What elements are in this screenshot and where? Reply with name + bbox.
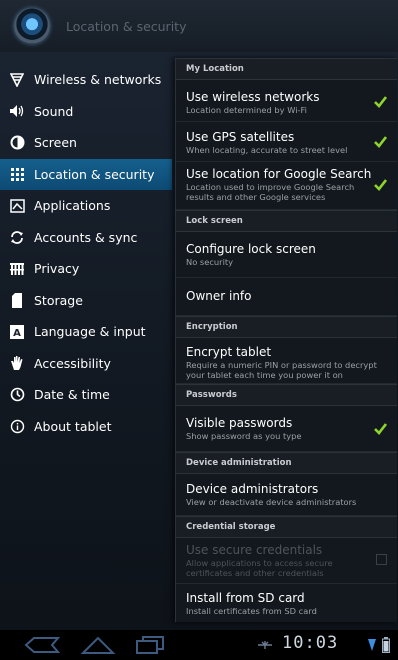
pref-summary: Install certificates from SD card — [186, 606, 317, 616]
pref-summary: Require a numeric PIN or password to dec… — [186, 360, 377, 380]
sidebar-item-label: Language & input — [34, 324, 146, 340]
pref-encrypt-tablet[interactable]: Encrypt tablet Require a numeric PIN or … — [176, 338, 397, 384]
recent-apps-icon — [136, 636, 164, 654]
pref-title: Visible passwords — [186, 416, 293, 430]
sidebar-item-label: Privacy — [34, 261, 80, 277]
check-icon[interactable] — [374, 135, 387, 148]
home-icon — [80, 636, 116, 654]
pref-location-google-search[interactable]: Use location for Google Search Location … — [176, 162, 397, 210]
sidebar-item-about-tablet[interactable]: About tablet — [0, 411, 172, 443]
brightness-icon — [8, 134, 26, 152]
settings-detail-panel: My Location Use wireless networks Locati… — [175, 58, 397, 622]
pref-title: Owner info — [186, 289, 252, 303]
applications-icon — [8, 197, 26, 215]
pref-title: Device administrators — [186, 482, 319, 496]
storage-icon — [8, 291, 26, 309]
sidebar-item-applications[interactable]: Applications — [0, 190, 172, 222]
wifi-icon — [8, 71, 26, 89]
sidebar-item-privacy[interactable]: Privacy — [0, 253, 172, 285]
sidebar-item-accessibility[interactable]: Accessibility — [0, 348, 172, 380]
hand-icon — [8, 354, 26, 372]
info-icon — [8, 417, 26, 435]
check-icon[interactable] — [374, 178, 387, 191]
category-lock-screen: Lock screen — [176, 210, 397, 232]
status-clock: 10:03 — [282, 633, 339, 653]
system-nav-bar: 10:03 — [0, 630, 398, 660]
pref-use-gps-satellites[interactable]: Use GPS satellites When locating, accura… — [176, 122, 397, 162]
pref-summary: View or deactivate device administrators — [186, 497, 357, 507]
pref-title: Install from SD card — [186, 591, 305, 605]
sidebar-item-label: Screen — [34, 135, 77, 151]
privacy-icon — [8, 260, 26, 278]
pref-summary: Location used to improve Google Search r… — [186, 182, 355, 202]
page-title: Location & security — [66, 18, 187, 34]
sidebar-item-storage[interactable]: Storage — [0, 285, 172, 317]
wifi-signal-icon — [366, 634, 378, 656]
svg-text:A: A — [13, 328, 21, 339]
location-grid-icon — [8, 165, 26, 183]
sidebar-item-language-input[interactable]: A Language & input — [0, 316, 172, 348]
pref-summary: Show password as you type — [186, 431, 302, 441]
pref-install-from-sd-card[interactable]: Install from SD card Install certificate… — [176, 584, 397, 622]
speaker-icon — [8, 102, 26, 120]
back-button[interactable] — [22, 634, 62, 656]
pref-summary: Location determined by Wi-Fi — [186, 105, 307, 115]
sidebar-item-screen[interactable]: Screen — [0, 127, 172, 159]
sidebar-item-wireless[interactable]: Wireless & networks — [0, 64, 172, 96]
sidebar-item-sound[interactable]: Sound — [0, 96, 172, 128]
sidebar-item-location-security[interactable]: Location & security — [0, 158, 172, 190]
settings-sidebar: Wireless & networks Sound Screen Locatio… — [0, 64, 172, 442]
pref-title: Use location for Google Search — [186, 167, 372, 181]
recent-apps-button[interactable] — [130, 634, 170, 656]
pref-title: Use GPS satellites — [186, 130, 295, 144]
sidebar-item-label: Storage — [34, 292, 83, 308]
sidebar-item-label: Date & time — [34, 387, 110, 403]
category-passwords: Passwords — [176, 384, 397, 406]
category-encryption: Encryption — [176, 316, 397, 338]
action-bar: Location & security — [0, 0, 398, 52]
sidebar-item-label: Accessibility — [34, 355, 111, 371]
pref-title: Use secure credentials — [186, 543, 323, 557]
clock-icon — [8, 386, 26, 404]
checkbox-empty-icon — [376, 554, 387, 565]
pref-use-secure-credentials: Use secure credentials Allow application… — [176, 538, 397, 584]
sidebar-item-label: Accounts & sync — [34, 229, 138, 245]
sidebar-item-label: Wireless & networks — [34, 72, 162, 88]
pref-visible-passwords[interactable]: Visible passwords Show password as you t… — [176, 406, 397, 452]
pref-title: Encrypt tablet — [186, 345, 272, 359]
language-icon: A — [8, 323, 26, 341]
category-credential-storage: Credential storage — [176, 516, 397, 538]
category-my-location: My Location — [176, 58, 397, 80]
pref-owner-info[interactable]: Owner info — [176, 278, 397, 316]
sync-icon — [8, 228, 26, 246]
pref-title: Use wireless networks — [186, 90, 320, 104]
pref-summary: No security — [186, 257, 234, 267]
sidebar-item-label: Location & security — [34, 166, 155, 182]
sidebar-item-label: Sound — [34, 103, 74, 119]
check-icon[interactable] — [374, 422, 387, 435]
usb-icon — [254, 634, 276, 656]
sidebar-item-accounts-sync[interactable]: Accounts & sync — [0, 222, 172, 254]
settings-app-icon[interactable] — [14, 8, 50, 44]
pref-title: Configure lock screen — [186, 242, 316, 256]
pref-configure-lock-screen[interactable]: Configure lock screen No security — [176, 232, 397, 278]
sidebar-item-label: Applications — [34, 198, 111, 214]
pref-summary: When locating, accurate to street level — [186, 145, 348, 155]
sidebar-item-date-time[interactable]: Date & time — [0, 379, 172, 411]
category-device-administration: Device administration — [176, 452, 397, 474]
back-icon — [24, 637, 60, 653]
home-button[interactable] — [78, 634, 118, 656]
pref-device-administrators[interactable]: Device administrators View or deactivate… — [176, 474, 397, 516]
settings-screen: Location & security Wireless & networks … — [0, 0, 398, 660]
pref-summary: Allow applications to access secure cert… — [186, 558, 333, 578]
sidebar-item-label: About tablet — [34, 418, 112, 434]
pref-use-wireless-networks[interactable]: Use wireless networks Location determine… — [176, 80, 397, 122]
check-icon[interactable] — [374, 95, 387, 108]
battery-icon — [380, 634, 392, 656]
